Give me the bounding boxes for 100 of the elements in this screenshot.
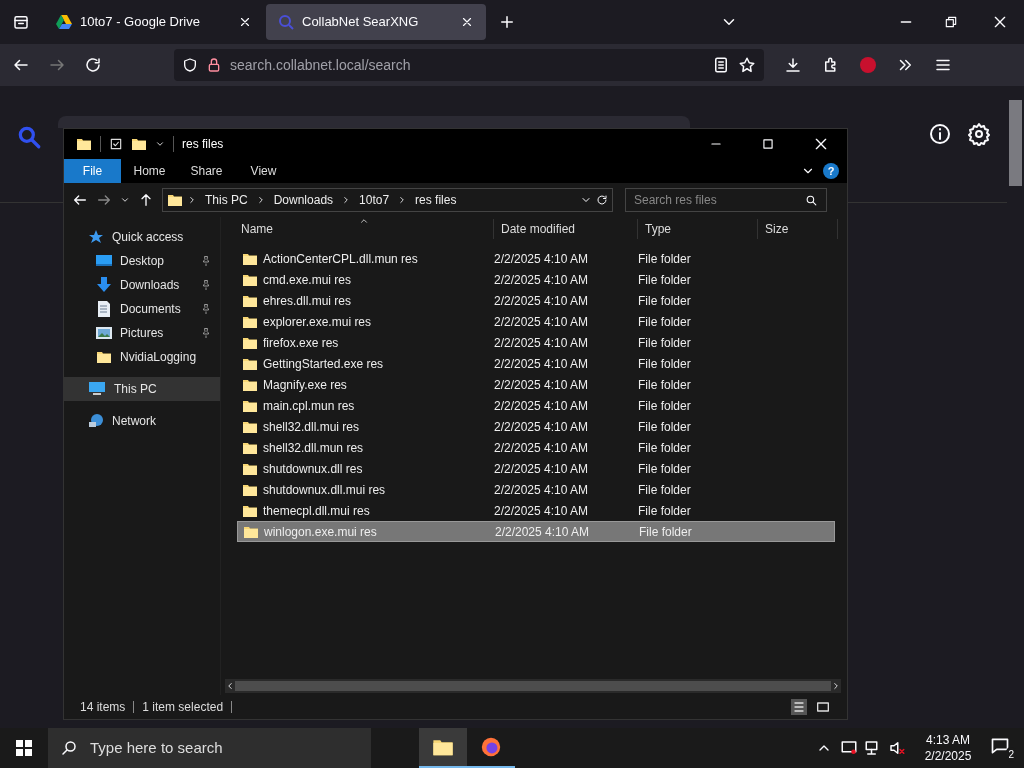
network-icon [88,413,104,429]
file-row[interactable]: ActionCenterCPL.dll.mun res 2/2/2025 4:10 AM File folder [237,248,835,269]
file-name: ActionCenterCPL.dll.mun res [263,250,418,268]
nav-item[interactable]: Downloads [64,273,220,297]
help-icon[interactable]: ? [823,163,839,179]
type-cell-text: File folder [638,250,692,268]
type-cell-text: File folder [638,292,692,310]
file-row[interactable]: ehres.dll.mui res 2/2/2025 4:10 AM File folder [237,290,835,311]
display-icon[interactable] [840,739,858,757]
search-field[interactable]: Search res files [625,188,827,212]
column-header[interactable]: Date modified [494,219,638,239]
settings-icon[interactable] [967,122,991,146]
reload-icon[interactable] [84,56,102,74]
sort-caret-icon [359,216,369,226]
browser-tab[interactable]: CollabNet SearXNG [266,4,486,40]
address-bar[interactable]: This PC Downloads 10to7 res files [162,188,613,212]
nav-item[interactable]: This PC [64,377,220,401]
message-icon [990,736,1010,756]
file-row[interactable]: GettingStarted.exe res 2/2/2025 4:10 AM File folder [237,353,835,374]
file-row[interactable]: Magnify.exe res 2/2/2025 4:10 AM File folder [237,374,835,395]
info-icon[interactable] [928,122,952,146]
date-cell-text: 2/2/2025 4:10 AM [494,334,590,352]
date-cell-text: 2/2/2025 4:10 AM [494,481,590,499]
file-row[interactable]: cmd.exe.mui res 2/2/2025 4:10 AM File folder [237,269,835,290]
date-cell-text: 2/2/2025 4:10 AM [494,292,590,310]
breadcrumb-item[interactable]: 10to7 [355,191,394,209]
type-cell-text: File folder [638,439,692,457]
file-row[interactable]: shell32.dll.mun res 2/2/2025 4:10 AM File folder [237,437,835,458]
file-name: ehres.dll.mui res [263,292,352,310]
type-cell-text: File folder [638,481,692,499]
file-row[interactable]: firefox.exe res 2/2/2025 4:10 AM File folder [237,332,835,353]
file-row[interactable]: winlogon.exe.mui res 2/2/2025 4:10 AM File folder [237,521,835,542]
file-name: GettingStarted.exe res [263,355,384,373]
ribbon-tab[interactable]: Home [121,159,178,183]
back-icon[interactable] [72,192,88,208]
taskbar-search-field[interactable]: Type here to search [48,728,371,768]
type-cell-text: File folder [638,397,692,415]
search-field[interactable] [58,116,690,128]
nav-item[interactable]: NvidiaLogging [64,345,220,369]
nav-item[interactable]: Pictures [64,321,220,345]
file-row[interactable]: shutdownux.dll res 2/2/2025 4:10 AM File folder [237,458,835,479]
nav-item[interactable]: Network [64,409,220,433]
computer-icon [88,381,106,397]
type-cell-text: File folder [638,313,692,331]
reader-icon[interactable] [712,56,730,74]
start-icon[interactable] [16,740,32,756]
maximize-icon[interactable] [761,137,775,151]
date-cell-text: 2/2/2025 4:10 AM [494,355,590,373]
breadcrumb-item[interactable]: res files [411,191,461,209]
column-header[interactable]: Type [638,219,758,239]
breadcrumb-item[interactable]: This PC [201,191,252,209]
nav-item[interactable]: Quick access [64,225,220,249]
type-cell-text: File folder [638,355,692,373]
chevron-down-icon[interactable] [120,195,130,205]
file-name: winlogon.exe.mui res [264,523,377,541]
url-field[interactable]: search.collabnet.local/search [174,49,764,81]
close-icon[interactable] [238,15,252,29]
up-icon[interactable] [138,192,154,208]
nav-item[interactable]: Documents [64,297,220,321]
ribbon-tab[interactable]: Share [178,159,235,183]
muted-speaker-icon[interactable] [888,739,906,757]
close-icon[interactable] [813,136,829,152]
star-icon [88,229,104,245]
file-row[interactable]: explorer.exe.mui res 2/2/2025 4:10 AM File folder [237,311,835,332]
close-icon[interactable] [992,14,1008,30]
folder-icon [131,136,147,152]
date-cell-text: 2/2/2025 4:10 AM [494,376,590,394]
restore-icon[interactable] [944,15,958,29]
column-header[interactable]: Name [221,219,494,239]
file-name: shell32.dll.mun res [263,439,364,457]
ribbon-tab[interactable]: File [64,159,121,183]
star-icon[interactable] [738,56,756,74]
column-header[interactable]: Size [758,219,838,239]
download-icon [96,277,112,293]
file-row[interactable]: shutdownux.dll.mui res 2/2/2025 4:10 AM File folder [237,479,835,500]
close-icon[interactable] [460,15,474,29]
file-explorer-taskbar-button[interactable] [419,728,467,768]
refresh-icon[interactable] [596,194,608,206]
clock[interactable]: 4:13 AM 2/2/2025 [916,732,980,764]
date-cell-text: 2/2/2025 4:10 AM [495,523,591,541]
type-cell-text: File folder [638,502,692,520]
plus-icon[interactable] [498,13,516,31]
file-row[interactable]: shell32.dll.mui res 2/2/2025 4:10 AM File folder [237,416,835,437]
nav-item[interactable]: Desktop [64,249,220,273]
item-count: 14 items [80,699,126,716]
desktop-icon [96,253,112,269]
notifications-button[interactable]: 2 [990,736,1014,760]
browser-tab[interactable]: 10to7 - Google Drive [44,4,264,40]
horizontal-scrollbar[interactable] [235,681,831,691]
tab-list-icon[interactable] [12,13,30,31]
caret-left-icon [225,681,235,691]
file-row[interactable]: themecpl.dll.mui res 2/2/2025 4:10 AM File folder [237,500,835,521]
tiles-view-icon[interactable] [815,699,831,715]
ribbon-tab[interactable]: View [235,159,292,183]
file-row[interactable]: main.cpl.mun res 2/2/2025 4:10 AM File folder [237,395,835,416]
details-view-icon[interactable] [791,699,807,715]
date-cell-text: 2/2/2025 4:10 AM [494,271,590,289]
breadcrumb-item[interactable]: Downloads [269,191,338,209]
download-icon[interactable] [784,56,802,74]
forward-icon[interactable] [96,192,112,208]
